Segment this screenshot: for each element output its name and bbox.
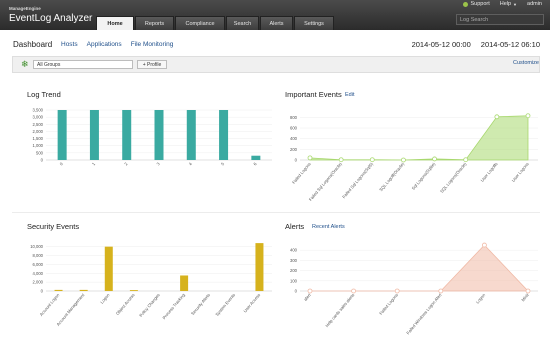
y-tick-label: 6,000: [33, 262, 44, 267]
x-tick-label: Help cards sales alerts: [324, 292, 355, 328]
y-tick-label: 0: [295, 158, 298, 163]
bar: [54, 289, 63, 291]
x-tick-label: System Events: [214, 292, 236, 317]
data-point: [338, 157, 344, 163]
y-tick-label: 600: [290, 126, 298, 131]
data-point: [438, 288, 444, 294]
x-tick-label: User Logoffs: [480, 161, 499, 182]
bar: [154, 110, 164, 160]
y-tick-label: 10,000: [30, 244, 43, 249]
x-tick-label: Account Logon: [39, 292, 61, 317]
x-tick-label: Logon: [99, 292, 111, 305]
y-tick-label: 400: [290, 136, 298, 141]
x-tick-label: Failed Logons: [378, 292, 399, 315]
x-tick-label: Failed Sql Logons(SqlS): [341, 161, 374, 199]
x-tick-label: Security Alerts: [190, 292, 211, 316]
y-tick-label: 2,000: [33, 280, 44, 285]
y-tick-label: 500: [36, 150, 44, 155]
data-point: [307, 288, 313, 294]
data-point: [401, 157, 406, 163]
bar: [122, 110, 132, 160]
y-tick-label: 1,000: [33, 143, 44, 148]
x-tick-label: User Access: [242, 292, 261, 313]
bar: [180, 275, 189, 291]
x-tick-label: Failed Logons: [291, 161, 312, 184]
y-tick-label: 800: [290, 115, 298, 120]
y-tick-label: 300: [290, 258, 298, 263]
bar: [79, 289, 88, 291]
x-tick-label: 4: [188, 161, 194, 167]
x-tick-label: SQL Logoff(Oracle): [378, 161, 405, 192]
data-point: [369, 157, 375, 163]
x-tick-label: User Logons: [511, 161, 530, 182]
y-tick-label: 400: [290, 248, 298, 253]
y-tick-label: 2,000: [33, 129, 44, 134]
x-tick-label: 0: [59, 161, 65, 167]
x-tick-label: 5: [220, 161, 226, 167]
data-point: [463, 157, 469, 163]
x-tick-label: Account Management: [55, 292, 86, 327]
y-tick-label: 200: [290, 268, 298, 273]
x-tick-label: SQL Logons(Oracle): [439, 161, 468, 194]
data-point: [394, 288, 400, 294]
y-tick-label: 0: [295, 289, 298, 294]
x-tick-label: alert: [303, 292, 313, 302]
x-tick-label: Minit: [520, 292, 530, 303]
y-tick-label: 3,000: [33, 115, 44, 120]
bar: [251, 155, 261, 160]
y-tick-label: 100: [290, 278, 298, 283]
x-tick-label: Object Access: [115, 292, 136, 316]
x-tick-label: Logon: [475, 292, 487, 305]
y-tick-label: 2,500: [33, 122, 44, 127]
bar: [255, 243, 264, 291]
y-tick-label: 0: [41, 158, 44, 163]
x-tick-label: 3: [155, 161, 161, 167]
data-point: [494, 114, 500, 120]
x-tick-label: Sql Logons(Sqlite): [411, 161, 437, 191]
area-series: [310, 244, 529, 292]
bar: [129, 290, 138, 291]
bar: [186, 110, 196, 160]
x-tick-label: Failed Sql Logons(Oracle): [308, 161, 343, 202]
y-tick-label: 1,500: [33, 136, 44, 141]
bar: [219, 110, 229, 160]
area-series: [309, 115, 529, 161]
y-tick-label: 8,000: [33, 253, 44, 258]
bar: [104, 246, 113, 291]
data-point: [351, 288, 357, 294]
x-tick-label: Failed Windows Logon Alert: [405, 292, 443, 336]
bar: [89, 110, 99, 160]
data-point: [525, 113, 531, 119]
bar: [57, 110, 67, 160]
y-tick-label: 200: [290, 147, 298, 152]
data-point: [307, 155, 313, 161]
data-point: [432, 156, 437, 162]
y-tick-label: 4,000: [33, 271, 44, 276]
charts-layer: 3,5003,0002,5002,0001,5001,00050000 1 2 3 4 5…: [30, 108, 538, 336]
x-tick-label: 2: [123, 161, 129, 167]
x-tick-label: 1: [91, 161, 97, 167]
y-tick-label: 0: [41, 289, 44, 294]
y-tick-label: 3,500: [33, 108, 44, 113]
x-tick-label: Policy Changes: [138, 292, 161, 318]
x-tick-label: 6: [252, 161, 258, 167]
data-point: [481, 242, 487, 248]
data-point: [525, 288, 531, 294]
x-tick-label: Process Tracking: [161, 292, 186, 320]
